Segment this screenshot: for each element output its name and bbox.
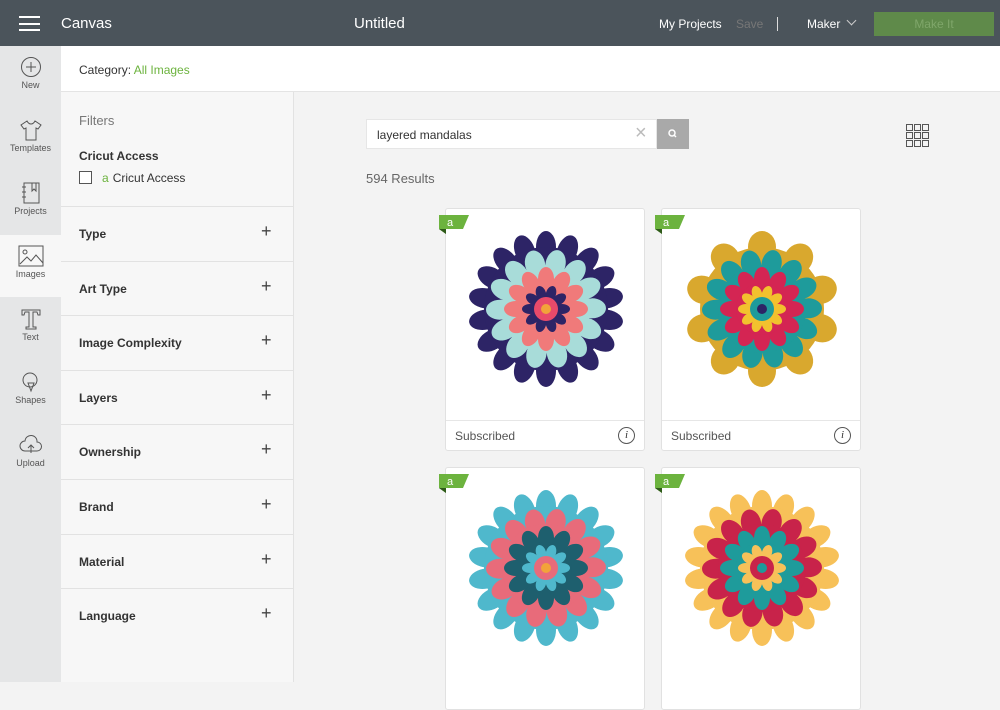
filter-panel: Filters Cricut Access a Cricut Access Typ… xyxy=(61,92,294,682)
image-card[interactable]: a xyxy=(439,467,645,710)
grid-view-icon[interactable] xyxy=(906,124,930,147)
svg-text:a: a xyxy=(663,476,670,488)
card-footer: Subscribed i xyxy=(446,420,644,451)
nav-label: Shapes xyxy=(15,395,46,405)
make-it-button[interactable]: Make It xyxy=(874,12,994,36)
option-label: Cricut Access xyxy=(112,171,186,185)
cricut-access-option[interactable]: a Cricut Access xyxy=(102,171,185,185)
plus-icon[interactable]: + xyxy=(261,385,272,406)
cricut-access-icon: a xyxy=(102,171,109,185)
nav-images[interactable]: Images xyxy=(0,235,61,297)
filter-group-type[interactable]: Type + xyxy=(61,206,293,261)
clear-icon[interactable]: × xyxy=(635,122,647,145)
filter-label: Image Complexity xyxy=(79,336,182,351)
nav-upload[interactable]: Upload xyxy=(0,424,61,486)
cricut-access-badge: a xyxy=(655,215,685,234)
search-button[interactable] xyxy=(657,119,689,149)
image-card[interactable]: a Subscribed i xyxy=(655,208,861,451)
document-title: Untitled xyxy=(354,15,405,32)
shapes-icon xyxy=(22,372,37,393)
plus-icon[interactable]: + xyxy=(261,603,272,624)
plus-icon[interactable]: + xyxy=(261,549,272,570)
nav-label: New xyxy=(21,80,40,90)
mandala-image xyxy=(685,490,839,646)
plus-icon[interactable]: + xyxy=(261,439,272,460)
tshirt-icon xyxy=(19,120,42,141)
filter-label: Layers xyxy=(79,390,118,405)
cricut-access-badge: a xyxy=(655,474,685,493)
nav-templates[interactable]: Templates xyxy=(0,109,61,171)
cricut-access-badge: a xyxy=(439,215,469,234)
notebook-icon xyxy=(21,182,39,204)
plus-icon[interactable]: + xyxy=(261,276,272,297)
filter-label: Language xyxy=(79,609,136,624)
svg-text:a: a xyxy=(447,476,454,488)
save-button[interactable]: Save xyxy=(736,17,763,31)
search-query[interactable]: layered mandalas xyxy=(377,128,472,142)
image-card[interactable]: a Subscribed i xyxy=(439,208,645,451)
nav-shapes[interactable]: Shapes xyxy=(0,361,61,423)
svg-text:a: a xyxy=(663,217,670,229)
mandala-image xyxy=(469,490,623,646)
chevron-down-icon[interactable] xyxy=(846,15,857,26)
info-icon[interactable]: i xyxy=(834,427,851,444)
filter-label: Brand xyxy=(79,500,114,514)
image-icon xyxy=(18,245,43,267)
plus-icon[interactable]: + xyxy=(261,221,272,242)
top-bar: Canvas Untitled My Projects Save Maker M… xyxy=(0,0,1000,46)
nav-text[interactable]: Text xyxy=(0,298,61,360)
mandala-image xyxy=(469,231,623,387)
category-label: Category: xyxy=(79,63,132,77)
search-input[interactable]: layered mandalas × xyxy=(366,119,657,149)
plus-icon[interactable]: + xyxy=(261,494,272,515)
category-value[interactable]: All Images xyxy=(134,63,190,77)
filters-title: Filters xyxy=(79,113,115,128)
divider xyxy=(777,17,778,31)
cricut-access-checkbox[interactable] xyxy=(79,171,92,184)
status-label: Subscribed xyxy=(455,429,516,443)
filter-label: Ownership xyxy=(79,445,142,460)
nav-projects[interactable]: Projects xyxy=(0,172,61,234)
plus-icon[interactable]: + xyxy=(261,330,272,351)
nav-label: Upload xyxy=(16,458,45,468)
svg-text:a: a xyxy=(447,217,454,229)
status-label: Subscribed xyxy=(671,429,732,443)
search-icon xyxy=(668,129,677,138)
filter-label: Art Type xyxy=(79,281,127,296)
plus-circle-icon xyxy=(20,57,41,77)
filter-group-material[interactable]: Material + xyxy=(61,533,293,589)
text-icon xyxy=(21,309,40,330)
nav-new[interactable]: New xyxy=(0,46,61,108)
filter-group-ownership[interactable]: Ownership + xyxy=(61,424,293,479)
filter-group-language[interactable]: Language + xyxy=(61,588,293,643)
filter-group-image-complexity[interactable]: Image Complexity + xyxy=(61,315,293,370)
filter-label: Material xyxy=(79,554,125,569)
nav-label: Text xyxy=(22,332,39,342)
filter-group-brand[interactable]: Brand + xyxy=(61,479,293,534)
menu-icon[interactable] xyxy=(19,16,40,31)
upload-cloud-icon xyxy=(19,435,42,453)
filter-label: Type xyxy=(79,227,107,241)
image-card[interactable]: a xyxy=(655,467,861,710)
info-icon[interactable]: i xyxy=(618,427,635,444)
cricut-access-badge: a xyxy=(439,474,469,493)
access-heading: Cricut Access xyxy=(79,149,159,163)
nav-label: Projects xyxy=(14,206,47,216)
left-nav: New Templates Projects Images Text Shape… xyxy=(0,46,61,682)
filter-group-art-type[interactable]: Art Type + xyxy=(61,260,293,316)
filter-group-layers[interactable]: Layers + xyxy=(61,369,293,425)
nav-label: Images xyxy=(15,269,46,279)
results-count: 594 Results xyxy=(366,171,435,186)
machine-select[interactable]: Maker xyxy=(807,17,840,31)
mandala-image xyxy=(687,231,837,387)
my-projects-link[interactable]: My Projects xyxy=(659,17,722,31)
category-breadcrumb: Category: All Images xyxy=(79,63,190,77)
nav-label: Templates xyxy=(9,143,52,153)
category-bar: Category: All Images xyxy=(61,46,1000,92)
app-name: Canvas xyxy=(61,15,112,32)
card-footer: Subscribed i xyxy=(662,420,860,451)
